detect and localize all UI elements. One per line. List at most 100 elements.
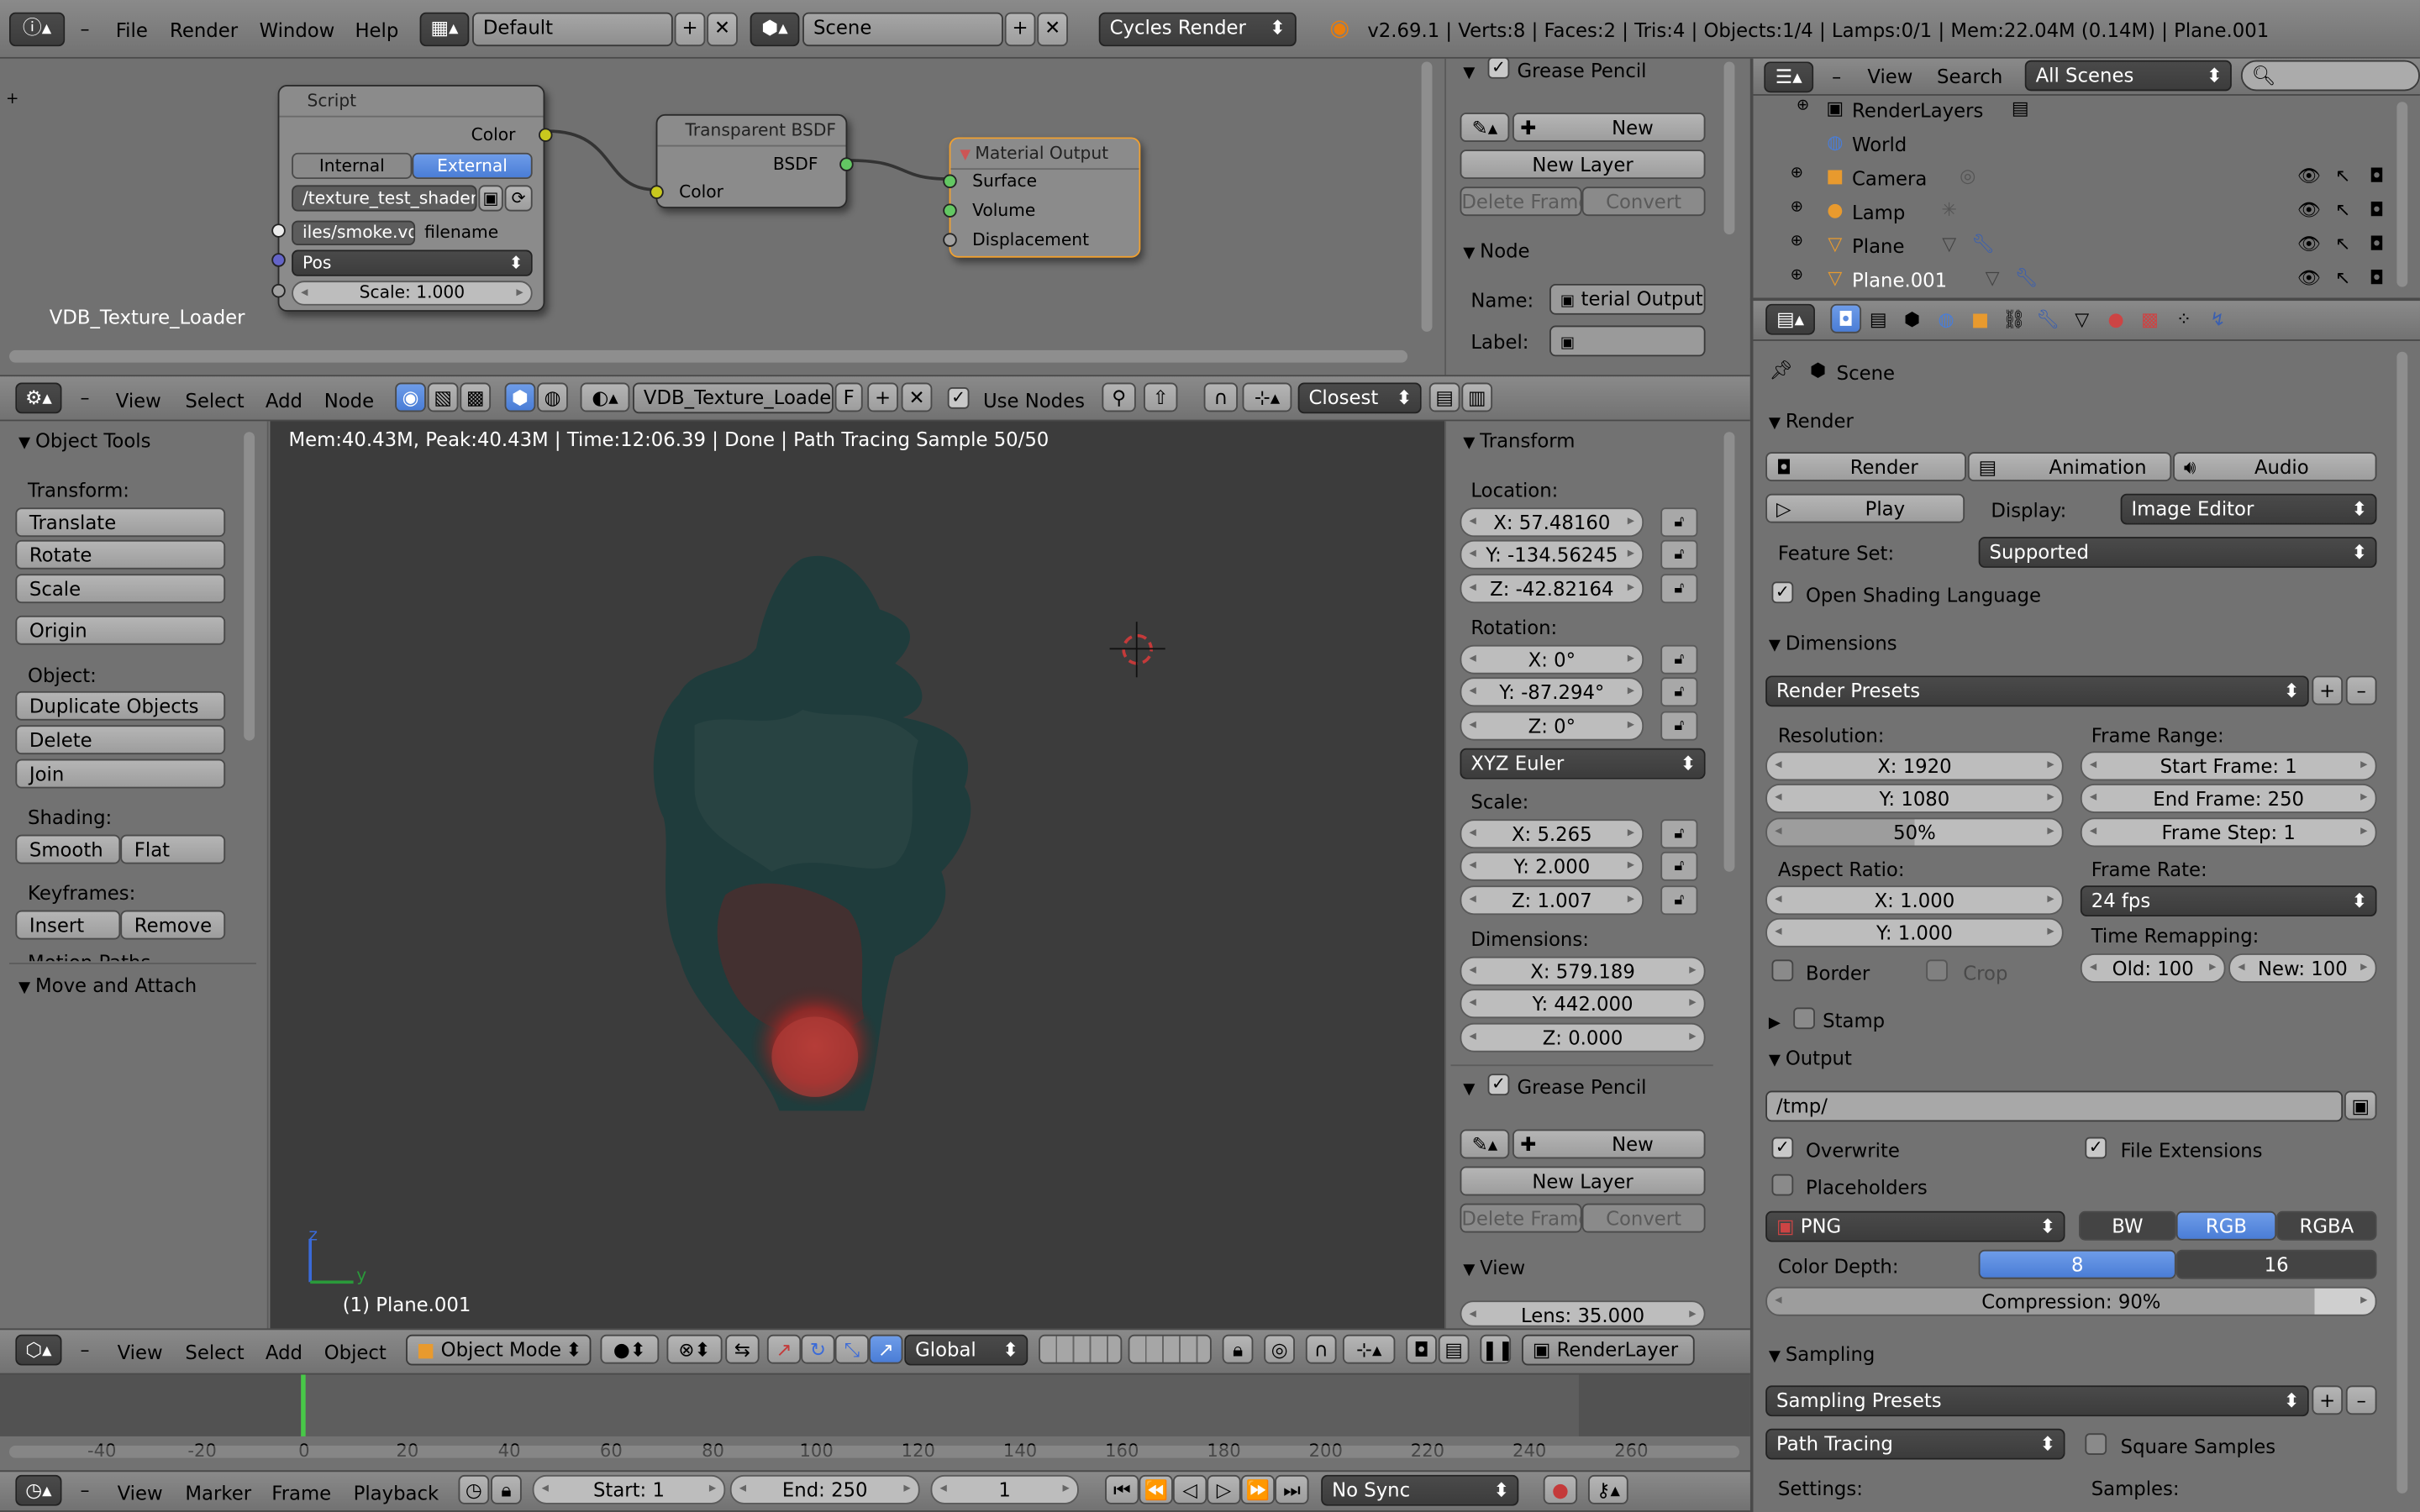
- scene-add-button[interactable]: +: [1004, 12, 1036, 47]
- outliner-collapse-icon[interactable]: –: [1826, 63, 1848, 91]
- outliner-item-plane001[interactable]: Plane.001: [1852, 269, 1947, 292]
- shader-tree-type-icon[interactable]: ◉: [395, 382, 426, 412]
- scale-input[interactable]: Scale: 1.000: [292, 281, 533, 306]
- data-tab-icon[interactable]: ▽: [2066, 306, 2097, 333]
- placeholders-checkbox[interactable]: [1771, 1173, 1794, 1196]
- plane001-expand-icon[interactable]: ⊕: [1791, 267, 1803, 284]
- rotation-y-lock-icon[interactable]: 🔓︎: [1660, 677, 1698, 707]
- displacement-socket[interactable]: [943, 233, 957, 247]
- camera-render-icon[interactable]: ◘: [2365, 162, 2389, 190]
- object-shader-icon[interactable]: ⬢: [504, 382, 536, 412]
- rotate-manipulator-icon[interactable]: ↻: [801, 1334, 835, 1364]
- scene-field[interactable]: Scene: [802, 12, 1003, 47]
- node-grease-pencil-panel[interactable]: [1463, 59, 1475, 82]
- node-menu-add[interactable]: Add: [266, 389, 302, 412]
- camera-select-icon[interactable]: ↖: [2330, 162, 2354, 190]
- move-attach-panel-title[interactable]: Move and Attach: [18, 974, 197, 997]
- resolution-y-field[interactable]: Y: 1080: [1765, 784, 2064, 813]
- stamp-panel-title[interactable]: [1769, 1009, 1781, 1032]
- aspect-y-field[interactable]: Y: 1.000: [1765, 917, 2064, 948]
- sampling-presets-select[interactable]: Sampling Presets ⬍: [1765, 1385, 2309, 1417]
- modifiers-tab-icon[interactable]: 🔧︎: [2033, 306, 2064, 333]
- vp-gp-draw-button[interactable]: ✎▴: [1460, 1129, 1510, 1159]
- outliner-scrollbar[interactable]: [2396, 102, 2408, 287]
- color-bw-button[interactable]: BW: [2079, 1210, 2176, 1241]
- render-still-button[interactable]: ◘ Render: [1765, 452, 1966, 482]
- rotate-button[interactable]: Rotate: [15, 539, 226, 570]
- 3d-cursor-icon[interactable]: [1109, 622, 1165, 678]
- timeline-scrollbar[interactable]: [9, 1445, 1739, 1458]
- view3d-menu-view[interactable]: View: [118, 1341, 163, 1364]
- feature-set-select[interactable]: Supported ⬍: [1978, 537, 2377, 568]
- vp-grease-pencil-panel[interactable]: [1463, 1075, 1475, 1099]
- view3d-type-button[interactable]: ⬡▴: [15, 1334, 62, 1366]
- play-rendered-button[interactable]: ▷ Play: [1765, 493, 1965, 523]
- duplicate-objects-button[interactable]: Duplicate Objects: [15, 690, 226, 721]
- node-collapse-icon[interactable]: –: [74, 384, 96, 412]
- time-remap-old-field[interactable]: Old: 100: [2080, 953, 2226, 983]
- timeline-end-field[interactable]: End: 250: [729, 1474, 920, 1504]
- node-gp-draw-button[interactable]: ✎▴: [1460, 113, 1510, 142]
- remove-keyframe-button[interactable]: Remove: [120, 910, 226, 940]
- rotation-z-field[interactable]: Z: 0°: [1460, 711, 1644, 741]
- outliner-item-world[interactable]: World: [1852, 133, 1907, 156]
- vp-gp-new-layer-button[interactable]: New Layer: [1460, 1166, 1706, 1196]
- sampling-panel-title[interactable]: Sampling: [1769, 1342, 1876, 1366]
- rotation-y-field[interactable]: Y: -87.294°: [1460, 677, 1644, 707]
- view3d-collapse-icon[interactable]: –: [74, 1336, 96, 1364]
- lock-camera-icon[interactable]: 🔒︎: [1222, 1334, 1254, 1364]
- timeline-type-button[interactable]: ◷▴: [15, 1474, 62, 1506]
- menu-file[interactable]: File: [116, 18, 148, 42]
- translate-button[interactable]: Translate: [15, 507, 226, 538]
- pivot-point-select[interactable]: ⊗⬍: [666, 1334, 723, 1364]
- translate-manipulator-icon[interactable]: ↗: [766, 1334, 802, 1364]
- insert-keyframe-button[interactable]: Insert: [15, 910, 121, 940]
- layout-type-button[interactable]: ▦▴: [419, 12, 470, 47]
- location-z-field[interactable]: Z: -42.82164: [1460, 574, 1644, 604]
- square-samples-checkbox[interactable]: [2085, 1433, 2107, 1456]
- vp-snap-icon[interactable]: ∩: [1305, 1334, 1337, 1364]
- surface-socket[interactable]: [943, 174, 957, 189]
- integrator-select[interactable]: Path Tracing ⬍: [1765, 1428, 2065, 1460]
- n-panel-scrollbar[interactable]: [1723, 432, 1735, 872]
- output-panel-title[interactable]: Output: [1769, 1046, 1852, 1069]
- particles-tab-icon[interactable]: ⁘: [2169, 306, 2200, 333]
- scale-y-field[interactable]: Y: 2.000: [1460, 851, 1644, 881]
- location-x-lock-icon[interactable]: 🔓︎: [1660, 507, 1698, 538]
- menu-window[interactable]: Window: [260, 18, 335, 42]
- dimension-y-field[interactable]: Y: 442.000: [1460, 989, 1706, 1019]
- auto-keyframe-icon[interactable]: ●: [1543, 1474, 1578, 1504]
- jump-keyframe-back-icon[interactable]: ⏪: [1139, 1474, 1173, 1504]
- layout-field[interactable]: Default: [472, 12, 673, 47]
- tool-shelf-scrollbar[interactable]: [244, 432, 255, 741]
- render-presets-remove[interactable]: –: [2345, 675, 2377, 706]
- plane-visibility-icon[interactable]: 👁︎: [2296, 230, 2321, 258]
- stamp-checkbox[interactable]: [1793, 1007, 1815, 1030]
- pos-socket[interactable]: [271, 253, 286, 267]
- fake-user-button[interactable]: F: [834, 382, 863, 412]
- node-gp-new-layer-button[interactable]: New Layer: [1460, 150, 1706, 180]
- outliner-expand-icon[interactable]: ⊕: [1797, 97, 1809, 114]
- jump-keyframe-forward-icon[interactable]: ⏩: [1240, 1474, 1276, 1504]
- paste-nodes-icon[interactable]: ▥: [1461, 382, 1493, 412]
- transparent-bsdf-node[interactable]: Transparent BSDF BSDF Color: [650, 113, 854, 208]
- node-panel-title[interactable]: Node: [1463, 239, 1529, 263]
- layer-buttons-b[interactable]: [1128, 1334, 1212, 1364]
- bsdf-color-socket[interactable]: [650, 185, 664, 199]
- bsdf-output-socket[interactable]: [839, 157, 854, 171]
- node-menu-node[interactable]: Node: [324, 389, 374, 412]
- render-layer-select[interactable]: ▣ RenderLayer: [1521, 1334, 1695, 1366]
- render-engine-select[interactable]: Cycles Render ⬍: [1098, 12, 1297, 47]
- compression-slider[interactable]: Compression: 90%: [1765, 1286, 2377, 1316]
- plane001-visibility-icon[interactable]: 👁︎: [2296, 264, 2321, 291]
- use-nodes-checkbox[interactable]: ✓: [947, 387, 970, 409]
- menu-render[interactable]: Render: [170, 18, 238, 42]
- plane-expand-icon[interactable]: ⊕: [1791, 233, 1803, 249]
- delete-button[interactable]: Delete: [15, 725, 226, 755]
- play-icon[interactable]: ▷: [1207, 1474, 1241, 1504]
- file-format-select[interactable]: ▣ PNG ⬍: [1765, 1210, 2065, 1242]
- rotation-x-lock-icon[interactable]: 🔓︎: [1660, 644, 1698, 675]
- object-tab-icon[interactable]: ■: [1965, 306, 1996, 333]
- script-mode-internal[interactable]: Internal: [292, 152, 413, 180]
- pin-icon[interactable]: ⚲: [1102, 382, 1136, 412]
